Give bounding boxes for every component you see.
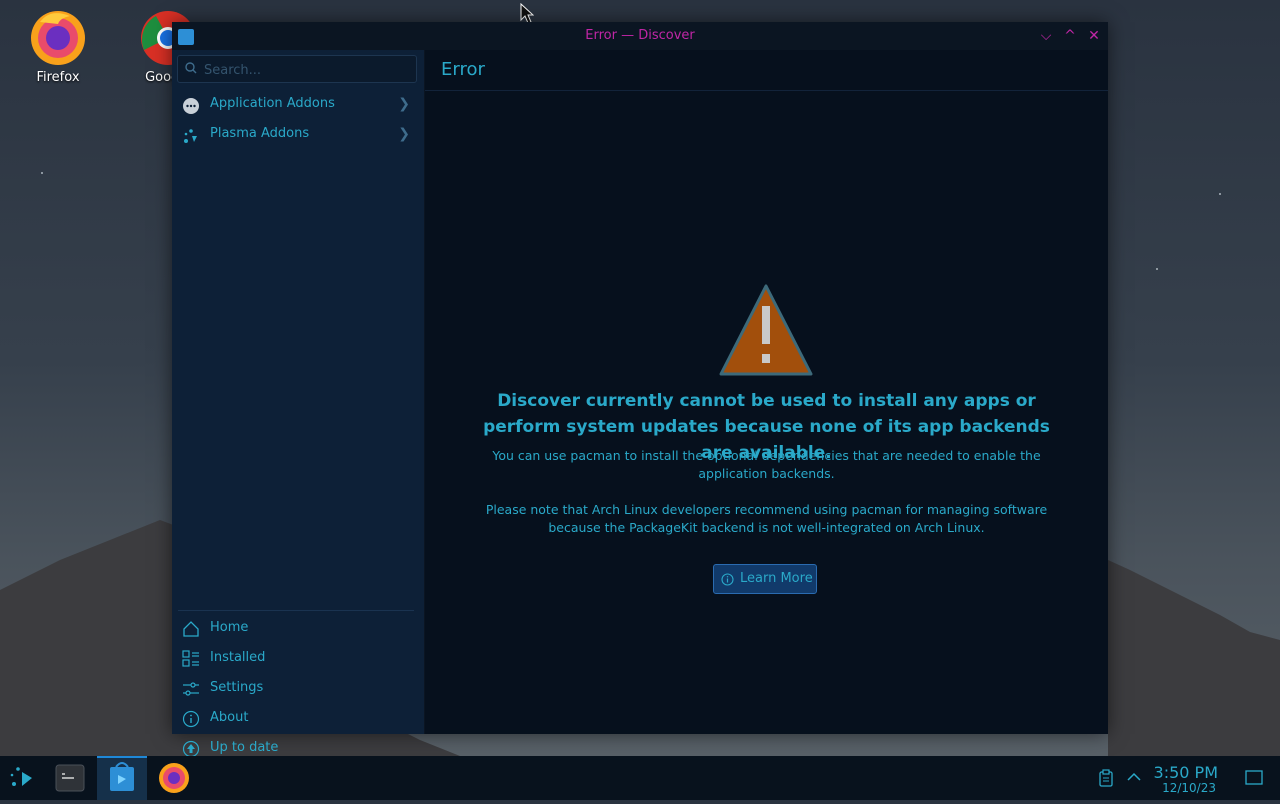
nav-label: Home xyxy=(210,620,249,635)
taskbar-discover[interactable] xyxy=(97,756,147,800)
addons-icon xyxy=(183,98,199,114)
terminal-icon xyxy=(55,764,85,792)
error-detail-arch-note: Please note that Arch Linux developers r… xyxy=(485,502,1048,535)
warning-icon xyxy=(719,284,813,376)
nav-label: About xyxy=(210,710,249,725)
star xyxy=(41,172,43,174)
installed-icon xyxy=(182,650,199,667)
taskbar: 3:50 PM 12/10/23 xyxy=(0,756,1280,800)
maximize-button[interactable]: ^ xyxy=(1060,26,1080,46)
chevron-right-icon: ❯ xyxy=(398,126,410,142)
star xyxy=(1219,193,1221,195)
search-icon xyxy=(185,62,197,74)
settings-icon xyxy=(183,682,199,696)
info-icon xyxy=(721,573,734,586)
learn-more-label: Learn More xyxy=(740,571,813,586)
nav-home[interactable]: Home xyxy=(172,614,424,644)
star xyxy=(1156,268,1158,270)
category-label: Application Addons xyxy=(210,96,335,111)
nav-settings[interactable]: Settings xyxy=(172,674,424,704)
page-title: Error xyxy=(441,59,485,80)
nav-label: Up to date xyxy=(210,740,279,755)
plasma-launcher-icon xyxy=(10,767,32,786)
clipboard-icon[interactable] xyxy=(1098,769,1114,787)
nav-label: Installed xyxy=(210,650,266,665)
sidebar-divider xyxy=(178,610,414,611)
nav-installed[interactable]: Installed xyxy=(172,644,424,674)
learn-more-button[interactable]: Learn More xyxy=(713,564,817,594)
clock-time[interactable]: 3:50 PM xyxy=(1154,763,1218,782)
desktop-icon-firefox[interactable]: Firefox xyxy=(12,10,104,85)
sidebar: Application Addons ❯ Plasma Addons ❯ Hom… xyxy=(172,50,424,758)
minimize-button[interactable]: ⌵ xyxy=(1036,26,1056,46)
category-label: Plasma Addons xyxy=(210,126,310,141)
plasma-icon xyxy=(184,129,197,143)
app-launcher-button[interactable] xyxy=(0,756,48,800)
nav-label: Settings xyxy=(210,680,264,695)
discover-window: Error — Discover ⌵ ^ ✕ Application Addon… xyxy=(172,22,1108,758)
error-detail-pacman: You can use pacman to install the option… xyxy=(492,448,1041,481)
window-title: Error — Discover xyxy=(585,28,695,43)
nav-about[interactable]: About xyxy=(172,704,424,734)
title-bar[interactable]: Error — Discover ⌵ ^ ✕ xyxy=(172,22,1108,50)
firefox-icon xyxy=(159,763,189,793)
show-desktop-icon[interactable] xyxy=(1245,770,1263,786)
home-icon xyxy=(183,621,199,637)
category-plasma-addons[interactable]: Plasma Addons ❯ xyxy=(172,120,424,150)
taskbar-firefox[interactable] xyxy=(150,756,198,800)
category-application-addons[interactable]: Application Addons ❯ xyxy=(172,90,424,120)
chevron-right-icon: ❯ xyxy=(398,96,410,112)
main-content: Error Discover currently cannot be used … xyxy=(425,50,1108,734)
search-box[interactable] xyxy=(177,55,417,83)
chevron-up-icon[interactable] xyxy=(1126,771,1142,783)
page-header: Error xyxy=(425,50,1108,91)
firefox-icon xyxy=(30,10,86,66)
discover-icon xyxy=(110,762,134,791)
search-input[interactable] xyxy=(202,59,406,81)
desktop-icon-label: Firefox xyxy=(36,70,80,85)
clock-date[interactable]: 12/10/23 xyxy=(1162,781,1216,795)
close-button[interactable]: ✕ xyxy=(1084,26,1104,46)
taskbar-terminal[interactable] xyxy=(46,756,94,800)
info-icon xyxy=(182,710,200,728)
